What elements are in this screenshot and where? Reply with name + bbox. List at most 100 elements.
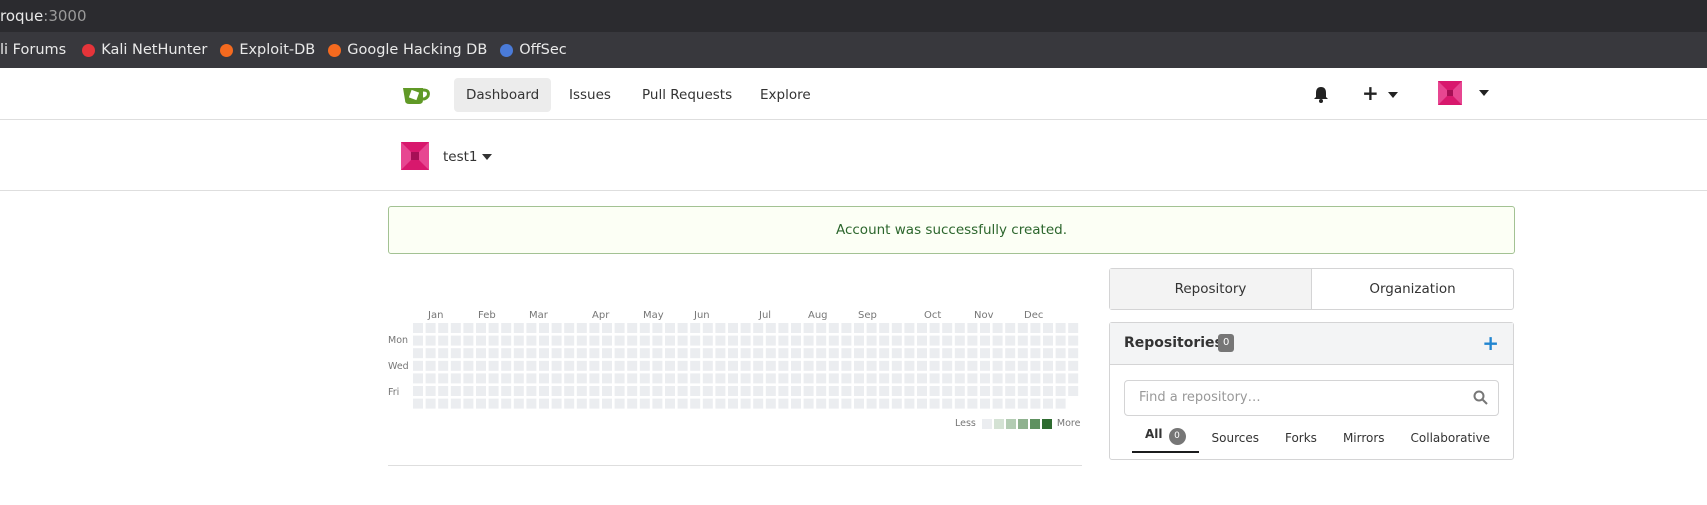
heatmap-cell	[891, 386, 902, 396]
bookmark-forums[interactable]: li Forums	[0, 42, 66, 58]
heatmap-cell	[765, 348, 776, 359]
chevron-down-icon[interactable]	[482, 154, 492, 160]
heatmap-cell	[828, 323, 839, 333]
heatmap-cell	[589, 335, 600, 346]
heatmap-cell	[980, 323, 990, 333]
nav-issues[interactable]: Issues	[557, 78, 623, 112]
heatmap-cell	[463, 373, 474, 384]
heatmap-cell	[564, 323, 575, 333]
heatmap-cell	[450, 373, 461, 384]
heatmap-cell	[690, 398, 701, 409]
filter-count-badge: 0	[1168, 428, 1186, 445]
success-flash-message: Account was successfully created.	[388, 206, 1515, 254]
filter-collaborative[interactable]: Collaborative	[1398, 421, 1504, 453]
tab-repository[interactable]: Repository	[1110, 269, 1312, 309]
heatmap-cell	[728, 373, 738, 384]
bookmark-ghdb[interactable]: Google Hacking DB	[328, 42, 487, 58]
legend-swatch	[1017, 418, 1028, 429]
heatmap-cell	[564, 386, 575, 396]
heatmap-cell	[1017, 348, 1028, 359]
heatmap-cell	[1005, 398, 1016, 409]
user-menu[interactable]	[1438, 81, 1490, 105]
filter-forks[interactable]: Forks	[1272, 421, 1330, 453]
new-repository-button[interactable]: +	[1482, 331, 1499, 355]
url-port: :3000	[43, 7, 87, 25]
month-label: Nov	[974, 310, 994, 321]
heatmap-cell	[551, 373, 562, 384]
month-label: May	[643, 310, 664, 321]
heatmap-cell	[828, 386, 839, 396]
heatmap-cell	[728, 398, 738, 409]
heatmap-cell	[765, 386, 776, 396]
heatmap-cell	[576, 360, 587, 371]
heatmap-cell	[589, 386, 600, 396]
heatmap-cell	[929, 360, 940, 371]
context-user-switcher[interactable]: test1	[443, 149, 478, 165]
filter-sources[interactable]: Sources	[1199, 421, 1272, 453]
heatmap-cell	[488, 335, 499, 346]
bookmark-offsec[interactable]: OffSec	[500, 42, 567, 58]
heatmap-cell	[891, 373, 902, 384]
heatmap-cell	[513, 335, 524, 346]
heatmap-cell	[816, 386, 827, 396]
heatmap-cell	[929, 323, 940, 333]
heatmap-cell	[677, 348, 688, 359]
heatmap-cell	[1068, 323, 1079, 333]
nav-pull-requests[interactable]: Pull Requests	[630, 78, 744, 112]
browser-url-bar[interactable]: roque:3000	[0, 0, 1707, 32]
heatmap-cell	[576, 323, 587, 333]
heatmap-cell	[1005, 386, 1016, 396]
heatmap-cell	[954, 386, 965, 396]
heatmap-cell	[652, 360, 663, 371]
heatmap-cell	[866, 335, 877, 346]
heatmap-cell	[753, 360, 764, 371]
heatmap-cell	[488, 360, 499, 371]
month-label: Oct	[924, 310, 942, 321]
heatmap-cell	[1043, 335, 1053, 346]
heatmap-cell	[904, 373, 915, 384]
tab-organization[interactable]: Organization	[1312, 269, 1513, 309]
filter-mirrors[interactable]: Mirrors	[1330, 421, 1398, 453]
heatmap-cell	[665, 360, 675, 371]
search-icon[interactable]	[1473, 390, 1488, 405]
create-menu[interactable]: +	[1362, 81, 1398, 105]
heatmap-cell	[816, 348, 827, 359]
nav-dashboard[interactable]: Dashboard	[454, 78, 552, 112]
heatmap-cell	[539, 386, 549, 396]
heatmap-cell	[551, 398, 562, 409]
bookmark-nethunter[interactable]: Kali NetHunter	[82, 42, 207, 58]
heatmap-cell	[929, 386, 940, 396]
heatmap-cell	[1017, 323, 1028, 333]
heatmap-cell	[715, 373, 726, 384]
heatmap-cell	[778, 348, 789, 359]
heatmap-cell	[942, 323, 953, 333]
heatmap-cell	[854, 335, 864, 346]
heatmap-cell	[753, 323, 764, 333]
heatmap-cell	[476, 335, 486, 346]
heatmap-cell	[765, 335, 776, 346]
heatmap-cell	[413, 360, 423, 371]
heatmap-cell	[677, 360, 688, 371]
heatmap-cell	[866, 323, 877, 333]
gitea-logo-icon[interactable]	[401, 82, 431, 106]
bookmark-exploit-db[interactable]: Exploit-DB	[220, 42, 315, 58]
heatmap-cell	[665, 335, 675, 346]
heatmap-cell	[665, 323, 675, 333]
nav-explore[interactable]: Explore	[748, 78, 823, 112]
filter-all[interactable]: All 0	[1132, 421, 1199, 453]
heatmap-cell	[526, 373, 537, 384]
divider	[388, 465, 1082, 466]
heatmap-cell	[765, 360, 776, 371]
heatmap-cell	[639, 373, 650, 384]
legend-swatch	[1029, 418, 1040, 429]
heatmap-cell	[728, 360, 738, 371]
heatmap-grid	[413, 323, 1079, 409]
heatmap-cell	[501, 323, 512, 333]
heatmap-cell	[866, 386, 877, 396]
heatmap-cell	[1043, 398, 1053, 409]
heatmap-cell	[740, 398, 751, 409]
bell-icon[interactable]	[1313, 86, 1329, 103]
heatmap-cell	[740, 373, 751, 384]
heatmap-cell	[677, 323, 688, 333]
repository-search-input[interactable]: Find a repository…	[1124, 380, 1499, 416]
